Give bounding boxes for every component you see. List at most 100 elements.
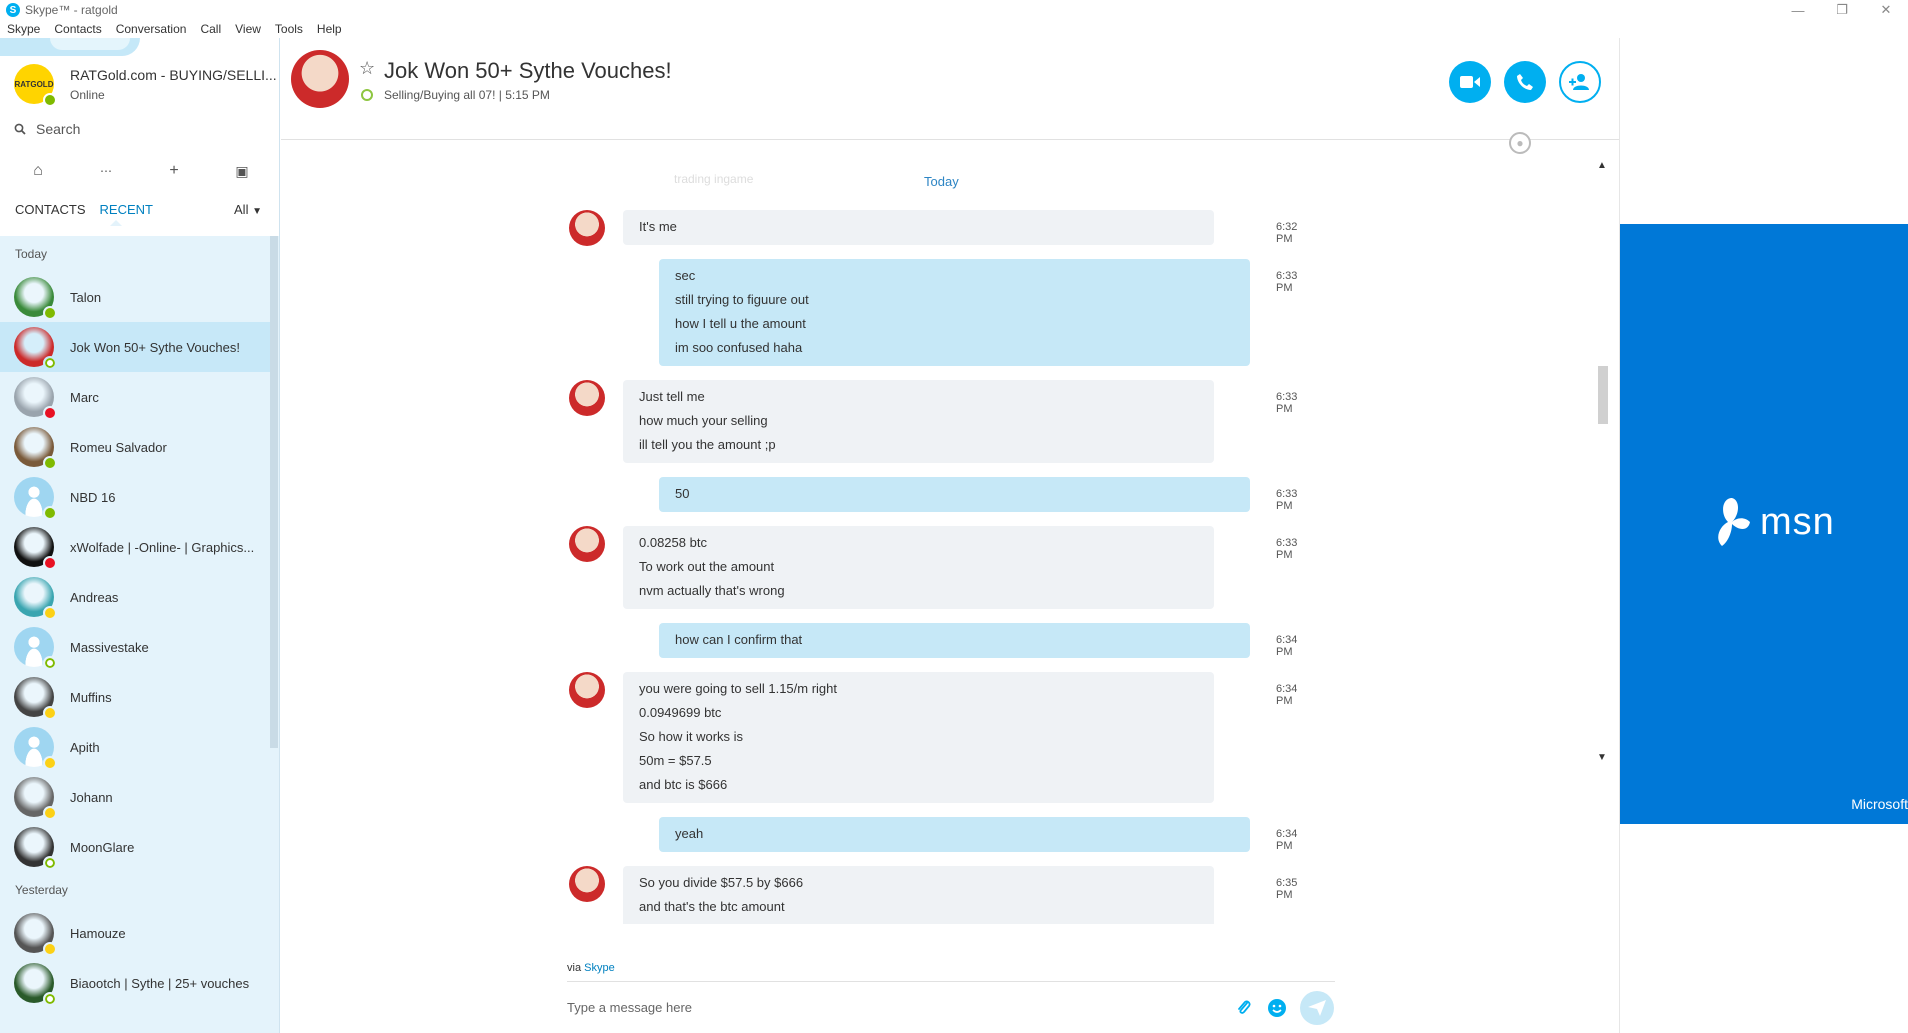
- menu-contacts[interactable]: Contacts: [54, 22, 101, 36]
- profile-status[interactable]: Online: [70, 88, 277, 102]
- globe-icon[interactable]: ●: [1509, 132, 1531, 154]
- offline-status-icon: [43, 656, 57, 670]
- message-bubble[interactable]: 0.08258 btc To work out the amount nvm act…: [623, 526, 1214, 609]
- message-bubble[interactable]: Just tell me how much your selling ill tel…: [623, 380, 1214, 463]
- avatar[interactable]: [569, 380, 605, 416]
- via-skype-link[interactable]: Skype: [584, 962, 615, 974]
- do-not-disturb-icon: [43, 406, 57, 420]
- advertisement[interactable]: msn Microsoft: [1620, 224, 1908, 824]
- sidebar-toolbar: ⌂ ⋯ + ▣: [0, 156, 279, 186]
- contact-name: NBD 16: [70, 489, 116, 505]
- message-bubble[interactable]: It's me: [623, 210, 1214, 245]
- menu-help[interactable]: Help: [317, 22, 342, 36]
- menu-view[interactable]: View: [235, 22, 261, 36]
- contact-item[interactable]: MoonGlare: [0, 822, 272, 872]
- avatar[interactable]: [569, 672, 605, 708]
- message-line: So you divide $57.5 by $666: [639, 875, 804, 890]
- contact-item[interactable]: xWolfade | -Online- | Graphics...: [0, 522, 272, 572]
- add-icon[interactable]: +: [159, 162, 189, 180]
- contact-item[interactable]: Jok Won 50+ Sythe Vouches!: [0, 322, 272, 372]
- message-timestamp: 6:33 PM: [1276, 537, 1298, 561]
- avatar[interactable]: [569, 526, 605, 562]
- message-timestamp: 6:35 PM: [1276, 877, 1298, 901]
- profile[interactable]: RATGOLD RATGold.com - BUYING/SELLI... On…: [14, 64, 277, 107]
- skype-window: S Skype™ - ratgold — ❐ ✕ Skype Contacts …: [0, 0, 1908, 1033]
- scroll-up-icon[interactable]: ▲: [1597, 160, 1607, 171]
- menu-skype[interactable]: Skype: [7, 22, 40, 36]
- contact-item[interactable]: Marc: [0, 372, 272, 422]
- avatar: [14, 327, 57, 370]
- attach-file-button[interactable]: [1231, 995, 1257, 1021]
- message-line: Just tell me: [639, 389, 705, 404]
- search-input[interactable]: Search: [14, 121, 80, 137]
- close-icon[interactable]: ✕: [1864, 0, 1908, 20]
- avatar: [14, 827, 57, 870]
- minimize-icon[interactable]: —: [1776, 0, 1820, 20]
- video-call-button[interactable]: [1449, 61, 1491, 103]
- message-line: so 0.863363: [639, 919, 1198, 924]
- message-bubble[interactable]: 50: [659, 477, 1250, 512]
- contact-item[interactable]: Johann: [0, 772, 272, 822]
- add-participant-button[interactable]: [1559, 61, 1601, 103]
- scroll-down-icon[interactable]: ▼: [1597, 752, 1607, 763]
- avatar[interactable]: [291, 50, 349, 108]
- send-button[interactable]: [1300, 991, 1334, 1025]
- message-bubble[interactable]: how can I confirm that: [659, 623, 1250, 658]
- contact-card-icon[interactable]: ▣: [227, 163, 257, 180]
- via-prefix: via: [567, 962, 582, 974]
- message-bubble[interactable]: sec still trying to figuure out how I tell…: [659, 259, 1250, 366]
- message-input[interactable]: Type a message here: [567, 1000, 692, 1015]
- online-status-icon: [43, 506, 57, 520]
- sidebar-scrollbar[interactable]: [270, 236, 278, 748]
- send-icon: [1308, 1000, 1326, 1016]
- contact-item[interactable]: Massivestake: [0, 622, 272, 672]
- msn-wordmark: msn: [1760, 500, 1835, 543]
- offline-status-icon: [43, 856, 57, 870]
- contact-item[interactable]: NBD 16: [0, 472, 272, 522]
- avatar[interactable]: RATGOLD: [14, 64, 57, 107]
- emoticon-button[interactable]: [1264, 995, 1290, 1021]
- contact-item[interactable]: Romeu Salvador: [0, 422, 272, 472]
- avatar: [14, 913, 57, 956]
- away-status-icon: [43, 756, 57, 770]
- message-timestamp: 6:34 PM: [1276, 828, 1298, 852]
- voice-call-button[interactable]: [1504, 61, 1546, 103]
- away-status-icon: [43, 706, 57, 720]
- contact-name: Andreas: [70, 589, 119, 605]
- message-line: 50: [675, 486, 690, 501]
- contact-item[interactable]: Biaootch | Sythe | 25+ vouches: [0, 958, 272, 1008]
- message-bubble[interactable]: So you divide $57.5 by $666 and that's th…: [623, 866, 1214, 924]
- message-bubble[interactable]: you were going to sell 1.15/m right 0.094…: [623, 672, 1214, 803]
- message-bubble[interactable]: yeah: [659, 817, 1250, 852]
- message-line: im soo confused haha: [675, 340, 803, 355]
- contact-item[interactable]: Apith: [0, 722, 272, 772]
- menu-conversation[interactable]: Conversation: [116, 22, 187, 36]
- menu-call[interactable]: Call: [200, 22, 221, 36]
- profile-name: RATGold.com - BUYING/SELLI...: [70, 66, 277, 83]
- conversation-scrollbar[interactable]: ▲ ▼: [1597, 160, 1609, 920]
- avatar-logo-text: RATGOLD: [14, 79, 54, 89]
- skype-logo-icon: S: [6, 3, 20, 17]
- contact-item[interactable]: Muffins: [0, 672, 272, 722]
- filter-dropdown[interactable]: All ▼: [234, 202, 262, 217]
- menu-tools[interactable]: Tools: [275, 22, 303, 36]
- avatar[interactable]: [569, 210, 605, 246]
- message-line: ill tell you the amount ;p: [639, 437, 776, 452]
- message-composer[interactable]: Type a message here: [567, 981, 1335, 1033]
- avatar[interactable]: [569, 866, 605, 902]
- conversation-pane: ● trading ingame Today It's me 6:32 PM sec…: [281, 132, 1619, 924]
- contact-item[interactable]: Talon: [0, 272, 272, 322]
- dialpad-icon[interactable]: ⋯: [91, 164, 121, 178]
- contact-name: Biaootch | Sythe | 25+ vouches: [70, 975, 250, 991]
- tab-contacts[interactable]: CONTACTS: [15, 202, 86, 217]
- avatar: [14, 677, 57, 720]
- chevron-down-icon: ▼: [252, 206, 262, 217]
- tab-recent[interactable]: RECENT: [100, 202, 153, 217]
- restore-icon[interactable]: ❐: [1820, 0, 1864, 20]
- contact-name: Johann: [70, 789, 113, 805]
- scroll-thumb[interactable]: [1598, 366, 1608, 424]
- star-icon[interactable]: ☆: [359, 58, 375, 79]
- contact-item[interactable]: Andreas: [0, 572, 272, 622]
- home-icon[interactable]: ⌂: [23, 162, 53, 180]
- contact-item[interactable]: Hamouze: [0, 908, 272, 958]
